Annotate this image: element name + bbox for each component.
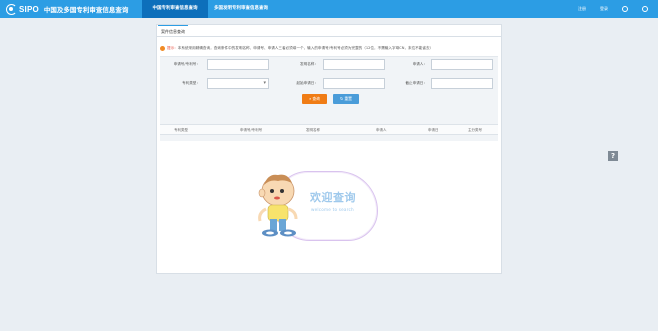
help-button[interactable]: ? xyxy=(608,151,618,161)
search-button[interactable]: ⌕查询 xyxy=(302,94,327,104)
application-number-input[interactable] xyxy=(207,59,269,70)
search-icon: ⌕ xyxy=(309,96,312,101)
patent-type-label: 专利类型： xyxy=(182,81,200,85)
reset-button[interactable]: ↻重置 xyxy=(333,94,359,104)
reset-button-label: 重置 xyxy=(344,96,352,101)
top-navigation-bar: SIPO 中国及多国专利审查信息查询 中国专利审查信息查询 多国发明专利审查信息… xyxy=(0,0,658,18)
logo-text: SIPO xyxy=(19,4,39,14)
applicant-label: 申请人： xyxy=(412,62,427,66)
login-link[interactable]: 登录 xyxy=(600,0,608,18)
applicant-input[interactable] xyxy=(431,59,493,70)
column-main-classification[interactable]: 主分类号 xyxy=(468,125,482,136)
column-invention-name[interactable]: 发明名称 xyxy=(306,125,320,136)
tab-multi-country-query[interactable]: 多国发明专利审查信息查询 xyxy=(208,0,274,18)
warning-icon xyxy=(160,45,165,51)
patent-type-select[interactable] xyxy=(207,78,269,89)
results-table-header: 专利类型 申请号/专利号 发明名称 申请人 申请日 主分类号 xyxy=(160,124,498,135)
start-date-label: 起始申请日： xyxy=(296,81,318,85)
site-title: 中国及多国专利审查信息查询 xyxy=(43,7,129,14)
application-number-label: 申请号/专利号： xyxy=(173,62,200,66)
end-date-input[interactable] xyxy=(431,78,493,89)
welcome-subtitle: welcome to search xyxy=(311,207,354,212)
register-link[interactable]: 注册 xyxy=(578,0,586,18)
column-application-number[interactable]: 申请号/专利号 xyxy=(240,125,262,136)
welcome-illustration: 欢迎查询 welcome to search xyxy=(254,163,382,249)
sipo-logo-icon xyxy=(6,3,17,15)
notice-label: 提示： xyxy=(167,46,178,50)
tab-case-info-query[interactable]: 案件信息查询 xyxy=(158,25,188,36)
start-date-input[interactable] xyxy=(323,78,385,89)
column-application-date[interactable]: 申请日 xyxy=(428,125,439,136)
sipo-logo[interactable]: SIPO 中国及多国专利审查信息查询 xyxy=(6,3,128,15)
column-applicant[interactable]: 申请人 xyxy=(376,125,387,136)
tab-china-patent-query[interactable]: 中国专利审查信息查询 xyxy=(142,0,208,18)
column-patent-type[interactable]: 专利类型 xyxy=(174,125,188,136)
panel-tab-bar: 案件信息查询 xyxy=(157,25,501,37)
query-notice: 提示：本系统采用精确查询，查询条件中的发明名称、申请号、申请人三者必须填一个，输… xyxy=(160,43,498,53)
invention-name-label: 发明名称： xyxy=(300,62,318,66)
invention-name-input[interactable] xyxy=(323,59,385,70)
welcome-title: 欢迎查询 xyxy=(310,191,356,204)
end-date-label: 截止申请日： xyxy=(405,81,427,85)
notice-text: 本系统采用精确查询，查询条件中的发明名称、申请号、申请人三者必须填一个，输入的申… xyxy=(177,46,434,50)
search-button-label: 查询 xyxy=(312,96,320,101)
settings-icon[interactable] xyxy=(622,6,628,12)
refresh-icon: ↻ xyxy=(340,96,344,101)
power-icon[interactable] xyxy=(642,6,648,12)
kid-mascot-icon xyxy=(258,174,298,237)
